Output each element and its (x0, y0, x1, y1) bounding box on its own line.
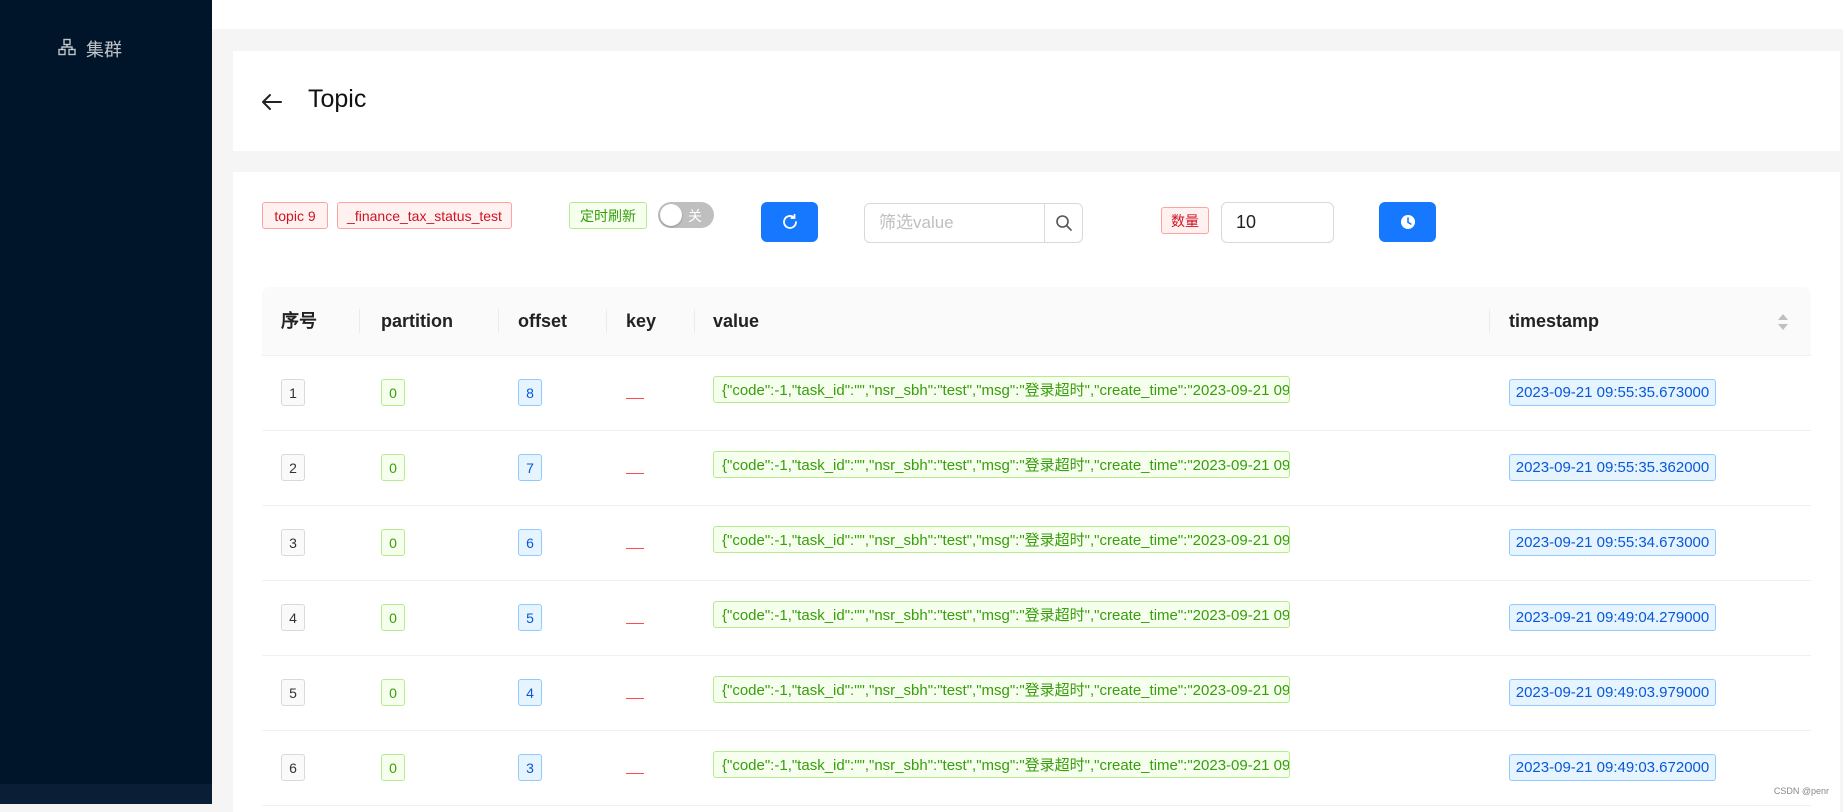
row-index: 3 (281, 529, 305, 556)
column-header-key: key (626, 311, 657, 331)
search-button[interactable] (1044, 203, 1083, 243)
column-header-index: 序号 (281, 311, 317, 331)
sidebar: 集群 (0, 0, 212, 804)
row-index: 6 (281, 754, 305, 781)
key-empty (626, 548, 644, 549)
count-input[interactable] (1221, 202, 1334, 243)
sidebar-item-label: 集群 (86, 40, 122, 60)
table-row[interactable]: 6 0 3 {"code":-1,"task_id":"","nsr_sbh":"te… (262, 731, 1811, 806)
column-divider (1489, 309, 1490, 333)
column-divider (498, 309, 499, 333)
column-divider (606, 309, 607, 333)
value-tag: {"code":-1,"task_id":"","nsr_sbh":"test"… (713, 601, 1290, 628)
auto-refresh-toggle[interactable]: 关 (658, 202, 714, 228)
partition-tag: 0 (381, 679, 405, 706)
sidebar-footer (0, 784, 212, 804)
table-body: 1 0 8 {"code":-1,"task_id":"","nsr_sbh":"te… (262, 356, 1811, 806)
page-title: Topic (308, 85, 367, 113)
sidebar-item-cluster[interactable]: 集群 (58, 36, 122, 62)
offset-tag: 4 (518, 679, 542, 706)
auto-refresh-label: 定时刷新 (569, 202, 647, 229)
column-header-partition: partition (381, 311, 453, 331)
column-header-timestamp[interactable]: timestamp (1509, 287, 1599, 355)
table-row[interactable]: 3 0 6 {"code":-1,"task_id":"","nsr_sbh":"te… (262, 506, 1811, 581)
timestamp-tag: 2023-09-21 09:55:35.673000 (1509, 379, 1716, 406)
table-row[interactable]: 4 0 5 {"code":-1,"task_id":"","nsr_sbh":"te… (262, 581, 1811, 656)
column-divider (359, 309, 360, 333)
offset-tag: 3 (518, 754, 542, 781)
value-tag: {"code":-1,"task_id":"","nsr_sbh":"test"… (713, 751, 1290, 778)
partition-tag: 0 (381, 604, 405, 631)
reload-icon (782, 213, 797, 229)
timestamp-tag: 2023-09-21 09:49:03.672000 (1509, 754, 1716, 781)
topic-tag: topic 9 (262, 202, 328, 229)
timestamp-tag: 2023-09-21 09:49:04.279000 (1509, 604, 1716, 631)
toggle-off-label: 关 (688, 208, 702, 224)
key-empty (626, 698, 644, 699)
value-tag: {"code":-1,"task_id":"","nsr_sbh":"test"… (713, 676, 1290, 703)
key-empty (626, 773, 644, 774)
table-row[interactable]: 1 0 8 {"code":-1,"task_id":"","nsr_sbh":"te… (262, 356, 1811, 431)
cluster-icon (58, 38, 76, 61)
partition-tag: 0 (381, 379, 405, 406)
timestamp-tag: 2023-09-21 09:55:35.362000 (1509, 454, 1716, 481)
row-index: 4 (281, 604, 305, 631)
watermark: CSDN @penr (1773, 786, 1829, 796)
offset-tag: 8 (518, 379, 542, 406)
partition-tag: 0 (381, 454, 405, 481)
value-tag: {"code":-1,"task_id":"","nsr_sbh":"test"… (713, 376, 1290, 403)
page-header: Topic (233, 51, 1840, 151)
top-bar (212, 0, 1843, 29)
sort-icon[interactable] (1777, 312, 1789, 332)
clock-icon (1400, 215, 1415, 229)
toggle-knob (660, 204, 682, 226)
key-empty (626, 473, 644, 474)
partition-tag: 0 (381, 529, 405, 556)
row-index: 1 (281, 379, 305, 406)
count-label: 数量 (1161, 207, 1209, 234)
column-header-value: value (713, 311, 760, 331)
row-index: 2 (281, 454, 305, 481)
partition-tag: 0 (381, 754, 405, 781)
schedule-button[interactable] (1379, 202, 1436, 242)
timestamp-tag: 2023-09-21 09:55:34.673000 (1509, 529, 1716, 556)
key-empty (626, 398, 644, 399)
row-index: 5 (281, 679, 305, 706)
search-icon (1055, 215, 1072, 231)
table-row[interactable]: 5 0 4 {"code":-1,"task_id":"","nsr_sbh":"te… (262, 656, 1811, 731)
column-divider (694, 309, 695, 333)
arrow-left-icon[interactable] (261, 93, 283, 111)
value-filter-input[interactable] (864, 203, 1045, 243)
messages-table: 序号 partition offset key value timestamp … (262, 287, 1811, 806)
value-tag: {"code":-1,"task_id":"","nsr_sbh":"test"… (713, 451, 1290, 478)
offset-tag: 7 (518, 454, 542, 481)
key-empty (626, 623, 644, 624)
topic-name-tag: _finance_tax_status_test (337, 202, 512, 229)
refresh-button[interactable] (761, 202, 818, 242)
offset-tag: 5 (518, 604, 542, 631)
offset-tag: 6 (518, 529, 542, 556)
column-header-offset: offset (518, 311, 567, 331)
table-row[interactable]: 2 0 7 {"code":-1,"task_id":"","nsr_sbh":"te… (262, 431, 1811, 506)
messages-panel: topic 9 _finance_tax_status_test 定时刷新 关 … (233, 172, 1840, 812)
value-tag: {"code":-1,"task_id":"","nsr_sbh":"test"… (713, 526, 1290, 553)
timestamp-tag: 2023-09-21 09:49:03.979000 (1509, 679, 1716, 706)
table-header: 序号 partition offset key value timestamp (262, 287, 1811, 356)
